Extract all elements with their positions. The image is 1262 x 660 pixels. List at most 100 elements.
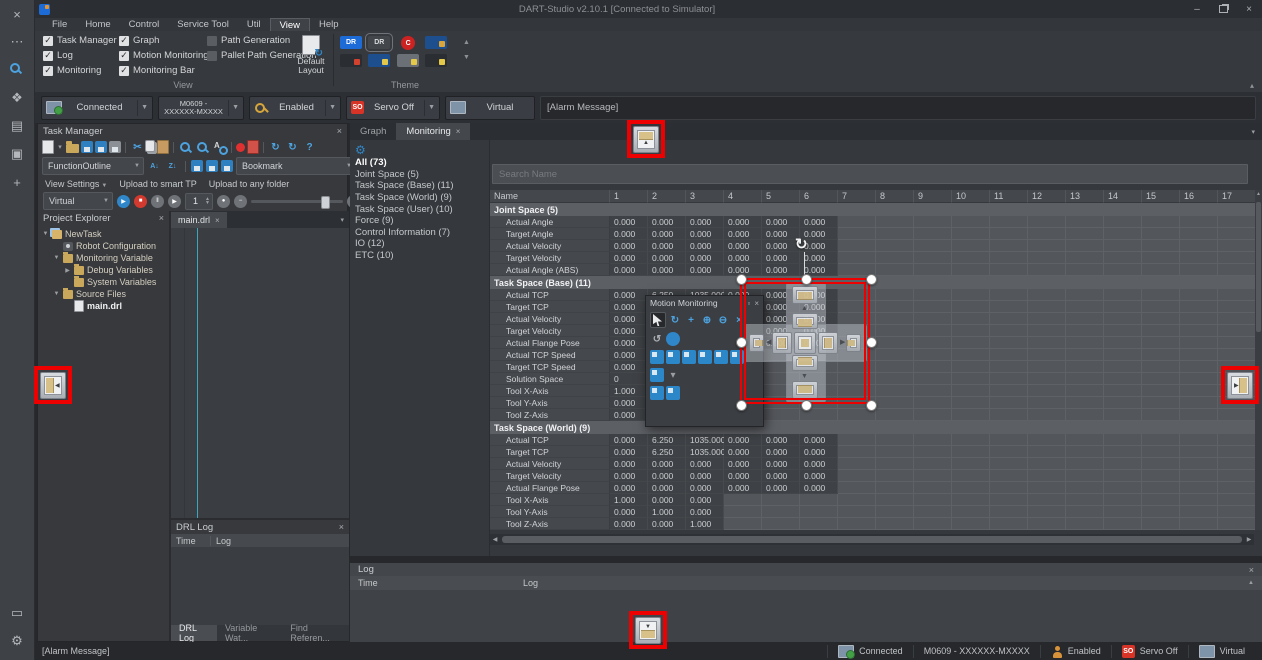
selection-handle[interactable]	[866, 274, 877, 285]
value-cell[interactable]	[914, 289, 952, 301]
value-cell[interactable]	[724, 518, 762, 530]
value-cell[interactable]	[990, 301, 1028, 313]
bookmark-select[interactable]: Bookmark▼	[236, 157, 356, 175]
value-cell[interactable]	[914, 373, 952, 385]
selection-handle[interactable]	[866, 400, 877, 411]
value-cell[interactable]	[838, 458, 876, 470]
sort-desc-icon[interactable]: Z↓	[165, 159, 180, 174]
value-cell[interactable]: 0.000	[610, 470, 648, 482]
scroll-left-icon[interactable]: ◀	[490, 536, 500, 543]
value-cell[interactable]	[838, 252, 876, 264]
value-cell[interactable]	[876, 228, 914, 240]
row-name-cell[interactable]: Tool Y-Axis	[490, 506, 610, 518]
value-cell[interactable]	[1066, 385, 1104, 397]
dock-guide-right[interactable]: ▶	[1221, 366, 1259, 404]
value-cell[interactable]	[1180, 470, 1218, 482]
row-name-cell[interactable]: Tool Y-Axis	[490, 397, 610, 409]
value-cell[interactable]: 0.000	[800, 458, 838, 470]
value-cell[interactable]	[1218, 252, 1256, 264]
paste-icon[interactable]	[157, 140, 169, 154]
chevron-down-icon[interactable]: ▾	[340, 216, 349, 224]
value-cell[interactable]: 0.000	[610, 482, 648, 494]
value-cell[interactable]	[1180, 518, 1218, 530]
value-cell[interactable]: 0.000	[610, 361, 648, 373]
value-cell[interactable]	[952, 373, 990, 385]
checkbox-motion-monitoring[interactable]: ✓Motion Monitoring	[119, 50, 209, 61]
safety-status-dropdown[interactable]: Enabled▼	[249, 96, 341, 120]
table-row[interactable]: Tool X-Axis1.0000.0000.000	[490, 494, 1256, 506]
value-cell[interactable]	[914, 264, 952, 276]
value-cell[interactable]	[1028, 518, 1066, 530]
column-header-14[interactable]: 14	[1104, 190, 1142, 203]
menu-item-file[interactable]: File	[43, 18, 76, 31]
value-cell[interactable]: 0.000	[610, 228, 648, 240]
row-name-cell[interactable]: Tool Z-Axis	[490, 518, 610, 530]
value-cell[interactable]: 0.000	[610, 434, 648, 446]
value-cell[interactable]	[876, 506, 914, 518]
value-cell[interactable]	[876, 518, 914, 530]
value-cell[interactable]: 0.000	[800, 216, 838, 228]
default-layout-button[interactable]: Default Layout	[289, 35, 333, 79]
theme-cube-dark-tile[interactable]	[425, 54, 447, 67]
column-header-log[interactable]: Log	[518, 578, 1248, 588]
value-cell[interactable]	[1066, 470, 1104, 482]
theme-cube-blue-tile[interactable]	[425, 36, 447, 49]
value-cell[interactable]: 0.000	[648, 264, 686, 276]
tab-monitoring[interactable]: Monitoring×	[396, 123, 470, 140]
table-row[interactable]: Target Velocity0.0000.0000.0000.0000.000…	[490, 252, 1256, 264]
row-name-cell[interactable]: Tool X-Axis	[490, 494, 610, 506]
value-cell[interactable]: 0.000	[610, 337, 648, 349]
checkbox-log[interactable]: ✓Log	[43, 50, 117, 61]
export-doc-icon[interactable]	[191, 160, 203, 172]
column-header-log[interactable]: Log	[211, 536, 231, 546]
value-cell[interactable]	[1142, 289, 1180, 301]
dock-guide-top[interactable]: ▲	[627, 120, 665, 158]
value-cell[interactable]	[1104, 301, 1142, 313]
value-cell[interactable]	[952, 301, 990, 313]
value-cell[interactable]: 0.000	[648, 240, 686, 252]
column-header-time[interactable]: Time	[350, 578, 518, 588]
value-cell[interactable]	[1180, 506, 1218, 518]
table-row[interactable]: Solution Space0	[490, 373, 1256, 385]
value-cell[interactable]	[1028, 409, 1066, 421]
code-editor[interactable]	[171, 228, 349, 520]
sync-doc-icon[interactable]	[221, 160, 233, 172]
view-front-icon[interactable]	[682, 350, 696, 364]
value-cell[interactable]	[724, 506, 762, 518]
value-cell[interactable]: 0.000	[762, 458, 800, 470]
value-cell[interactable]: 0.000	[724, 482, 762, 494]
sort-asc-icon[interactable]: A↓	[147, 159, 162, 174]
value-cell[interactable]	[1218, 325, 1256, 337]
theme-scroll-arrows[interactable]: ▲▼	[463, 39, 470, 61]
value-cell[interactable]	[1066, 434, 1104, 446]
value-cell[interactable]: 0.000	[610, 409, 648, 421]
value-cell[interactable]	[990, 240, 1028, 252]
close-button[interactable]: ×	[1236, 0, 1262, 18]
value-cell[interactable]	[1142, 434, 1180, 446]
scroll-up-icon[interactable]: ▲	[463, 39, 470, 46]
value-cell[interactable]	[914, 518, 952, 530]
value-cell[interactable]	[990, 325, 1028, 337]
value-cell[interactable]	[990, 373, 1028, 385]
value-cell[interactable]	[876, 434, 914, 446]
value-cell[interactable]	[1218, 289, 1256, 301]
value-cell[interactable]	[990, 434, 1028, 446]
value-cell[interactable]	[1066, 349, 1104, 361]
capture-icon[interactable]: ▣	[8, 145, 26, 163]
column-header-16[interactable]: 16	[1180, 190, 1218, 203]
selection-handle[interactable]	[736, 400, 747, 411]
rotate-view-icon[interactable]: ↻	[668, 313, 682, 327]
table-row[interactable]: Actual Velocity0.0000.0000.0000.0000.000…	[490, 313, 1256, 325]
table-row[interactable]: Target Velocity0.0000.0000.0000.0000.000…	[490, 325, 1256, 337]
value-cell[interactable]: 0.000	[762, 482, 800, 494]
drl-tab-find-referen-[interactable]: Find Referen...	[282, 625, 349, 641]
column-header-name[interactable]: Name	[490, 190, 610, 203]
value-cell[interactable]: 0.000	[610, 458, 648, 470]
table-row[interactable]: Tool Z-Axis0.0000.0001.000	[490, 409, 1256, 421]
value-cell[interactable]	[990, 518, 1028, 530]
value-cell[interactable]	[1142, 216, 1180, 228]
row-name-cell[interactable]: Actual Velocity	[490, 458, 610, 470]
minimize-button[interactable]: –	[1184, 0, 1210, 18]
value-cell[interactable]	[838, 506, 876, 518]
value-cell[interactable]	[1104, 313, 1142, 325]
